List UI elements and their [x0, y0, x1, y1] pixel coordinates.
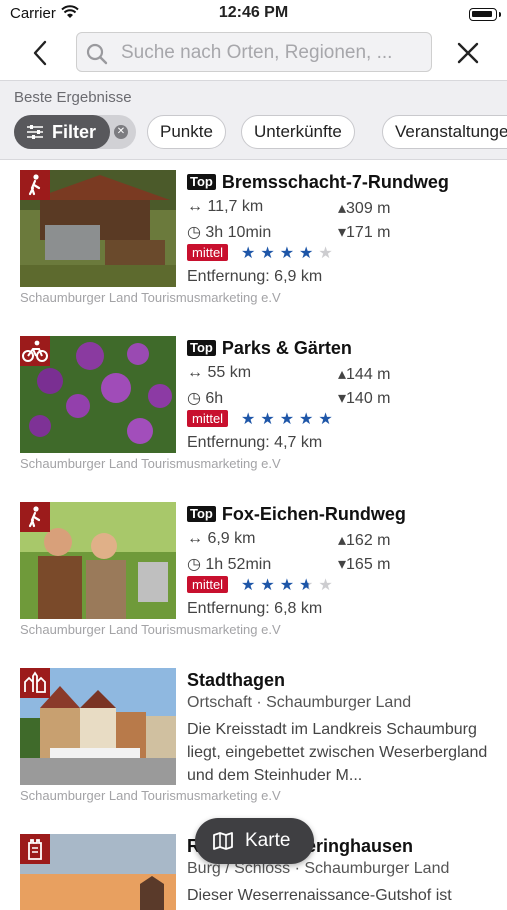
result-description: Dieser Weserrenaissance-Gutshof ist [187, 887, 452, 904]
cycling-icon [20, 336, 50, 366]
rating-stars: ★★★★★ [241, 577, 338, 594]
map-button[interactable]: Karte [195, 818, 314, 864]
entfernung: Entfernung: 4,7 km [187, 434, 323, 451]
back-chevron-icon[interactable] [26, 36, 56, 70]
top-badge: Top [187, 340, 216, 356]
map-icon [213, 832, 233, 850]
difficulty-badge: mittel [187, 244, 229, 261]
descent: ▾165 m [338, 556, 391, 573]
list-item[interactable]: Stadthagen Ortschaft · Schaumburger Land… [0, 658, 507, 824]
duration: ◷ 1h 52min [187, 556, 272, 573]
filter-button[interactable]: Filter ✕ [14, 115, 136, 149]
source-label: Schaumburger Land Tourismusmarketing e.V [20, 622, 281, 637]
distance: ↔ 11,7 km [187, 198, 264, 215]
distance: ↔ 6,9 km [187, 530, 256, 547]
rating-stars: ★★★★★ [241, 245, 338, 262]
chip-veranstaltungen[interactable]: Veranstaltungen [382, 115, 507, 149]
difficulty-badge: mittel [187, 576, 229, 593]
top-badge: Top [187, 174, 216, 190]
castle-icon [20, 834, 50, 864]
result-subtitle: Ortschaft · Schaumburger Land [187, 694, 412, 711]
rating-stars: ★★★★★ [241, 411, 338, 428]
result-title: Top Bremsschacht-7-Rundweg [187, 172, 449, 193]
filter-bar: Beste Ergebnisse Filter ✕ Punkte Unterkü… [0, 80, 507, 160]
list-item[interactable]: Top Fox-Eichen-Rundweg ↔ 6,9 km ◷ 1h 52mi… [0, 492, 507, 658]
results-heading: Beste Ergebnisse [14, 89, 132, 106]
sliders-icon [27, 125, 43, 139]
result-description: Die Kreisstadt im Landkreis Schaumburg l… [187, 721, 488, 784]
clock: 12:46 PM [218, 4, 289, 21]
top-badge: Top [187, 506, 216, 522]
search-icon [86, 43, 108, 65]
ascent: ▴162 m [338, 532, 391, 549]
chip-unterkuenfte[interactable]: Unterkünfte [241, 115, 355, 149]
clear-filter-icon[interactable]: ✕ [114, 125, 128, 139]
search-input[interactable]: Suche nach Orten, Regionen, ... [76, 32, 432, 72]
ascent: ▴144 m [338, 366, 391, 383]
battery-icon [469, 8, 501, 21]
duration: ◷ 6h [187, 390, 224, 407]
descent: ▾140 m [338, 390, 391, 407]
status-bar: Carrier 12:46 PM [0, 0, 507, 28]
hiking-icon [20, 502, 50, 532]
result-title: Top Fox-Eichen-Rundweg [187, 504, 406, 525]
source-label: Schaumburger Land Tourismusmarketing e.V [20, 456, 281, 471]
list-item[interactable]: Top Parks & Gärten ↔ 55 km ◷ 6h ▴144 m ▾1… [0, 326, 507, 492]
hiking-icon [20, 170, 50, 200]
search-placeholder: Suche nach Orten, Regionen, ... [121, 42, 393, 63]
town-icon [20, 668, 50, 698]
difficulty-badge: mittel [187, 410, 229, 427]
entfernung: Entfernung: 6,8 km [187, 600, 323, 617]
result-title: Stadthagen [187, 670, 286, 690]
search-header: Suche nach Orten, Regionen, ... [0, 28, 507, 78]
distance: ↔ 55 km [187, 364, 252, 381]
close-icon[interactable] [452, 37, 484, 69]
chip-punkte[interactable]: Punkte [147, 115, 226, 149]
list-item[interactable]: Top Bremsschacht-7-Rundweg ↔ 11,7 km ◷ 3h… [0, 160, 507, 326]
map-button-label: Karte [245, 830, 291, 851]
entfernung: Entfernung: 6,9 km [187, 268, 323, 285]
duration: ◷ 3h 10min [187, 224, 272, 241]
source-label: Schaumburger Land Tourismusmarketing e.V [20, 788, 281, 803]
ascent: ▴309 m [338, 200, 391, 217]
result-title: Top Parks & Gärten [187, 338, 352, 359]
descent: ▾171 m [338, 224, 391, 241]
filter-label: Filter [52, 122, 97, 142]
source-label: Schaumburger Land Tourismusmarketing e.V [20, 290, 281, 305]
